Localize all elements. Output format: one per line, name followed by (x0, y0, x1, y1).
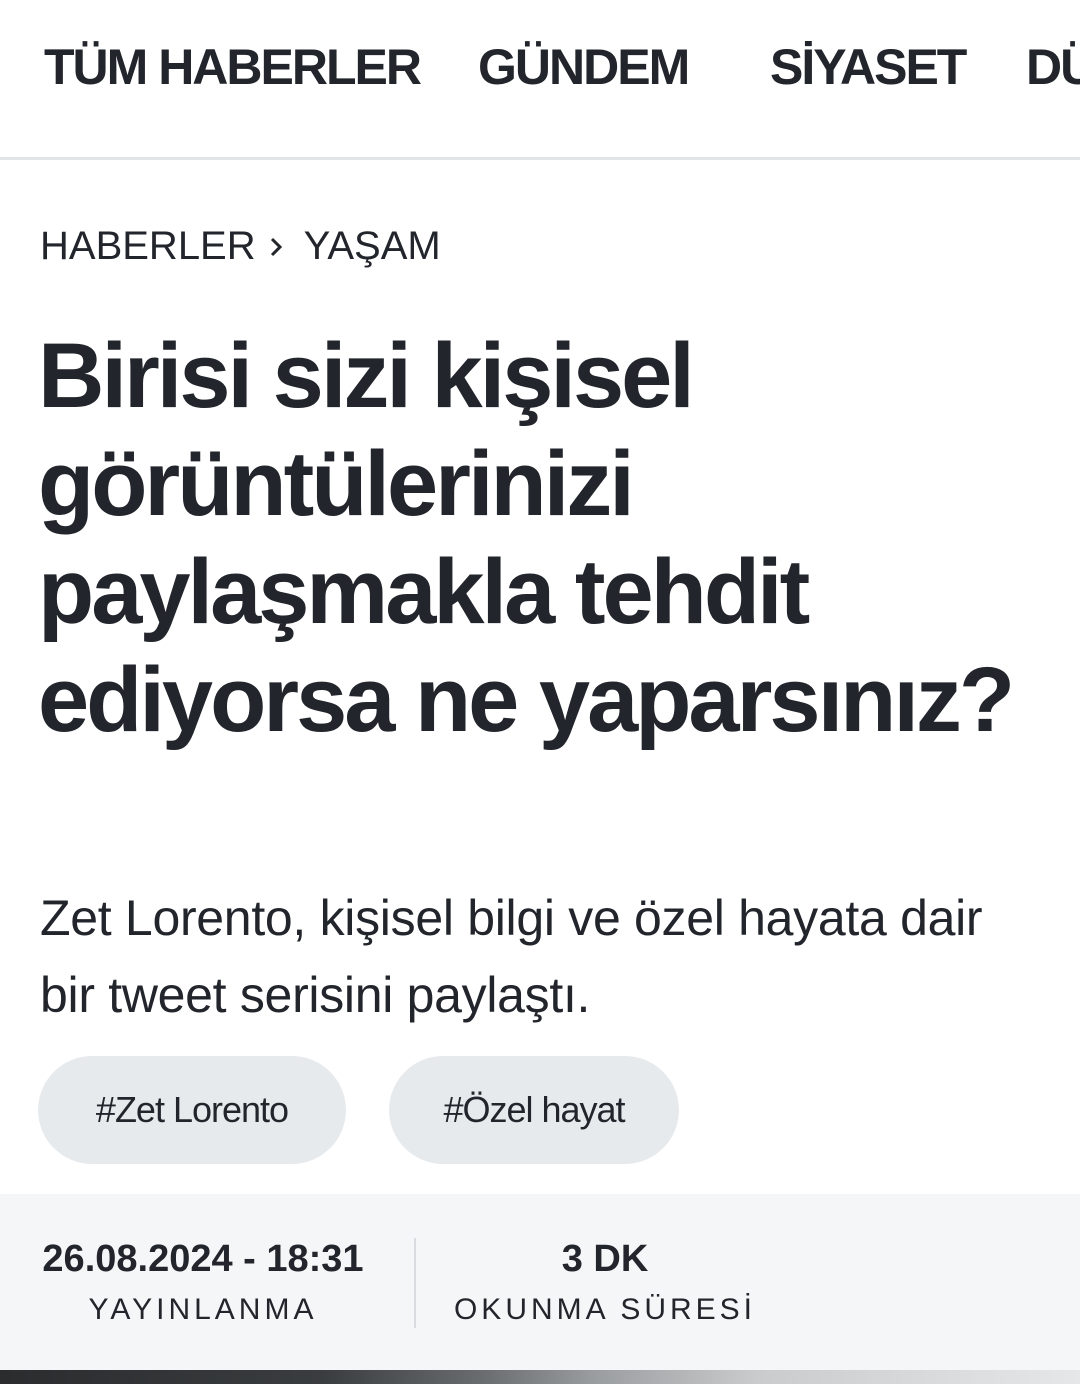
published-info: 26.08.2024 - 18:31 YAYINLANMA (38, 1238, 368, 1327)
breadcrumb: HABERLER YAŞAM (40, 224, 441, 269)
nav-item-siyaset[interactable]: SİYASET (770, 38, 967, 96)
read-time-info: 3 DK OKUNMA SÜRESİ (450, 1238, 760, 1327)
meta-divider (414, 1238, 416, 1328)
article-meta: 26.08.2024 - 18:31 YAYINLANMA 3 DK OKUNM… (0, 1194, 1080, 1370)
tag-ozel-hayat[interactable]: #Özel hayat (389, 1056, 679, 1164)
breadcrumb-item-haberler[interactable]: HABERLER (40, 224, 256, 269)
published-date: 26.08.2024 - 18:31 (42, 1238, 364, 1280)
read-time-value: 3 DK (561, 1238, 649, 1280)
article-summary: Zet Lorento, kişisel bilgi ve özel hayat… (40, 890, 983, 1023)
top-navigation: TÜM HABERLER GÜNDEM SİYASET DÜ (0, 0, 1080, 160)
nav-item-all-news[interactable]: TÜM HABERLER (44, 38, 422, 96)
breadcrumb-item-yasam[interactable]: YAŞAM (304, 224, 441, 269)
article-image-edge (0, 1370, 1080, 1384)
tag-zet-lorento[interactable]: #Zet Lorento (38, 1056, 346, 1164)
nav-item-dunya[interactable]: DÜ (1026, 38, 1080, 96)
published-label: YAYINLANMA (88, 1293, 318, 1326)
read-time-label: OKUNMA SÜRESİ (453, 1293, 757, 1326)
chevron-right-icon (268, 236, 284, 258)
nav-item-gundem[interactable]: GÜNDEM (478, 38, 690, 96)
article-title: Birisi sizi kişisel görüntülerinizi payl… (38, 325, 1015, 751)
